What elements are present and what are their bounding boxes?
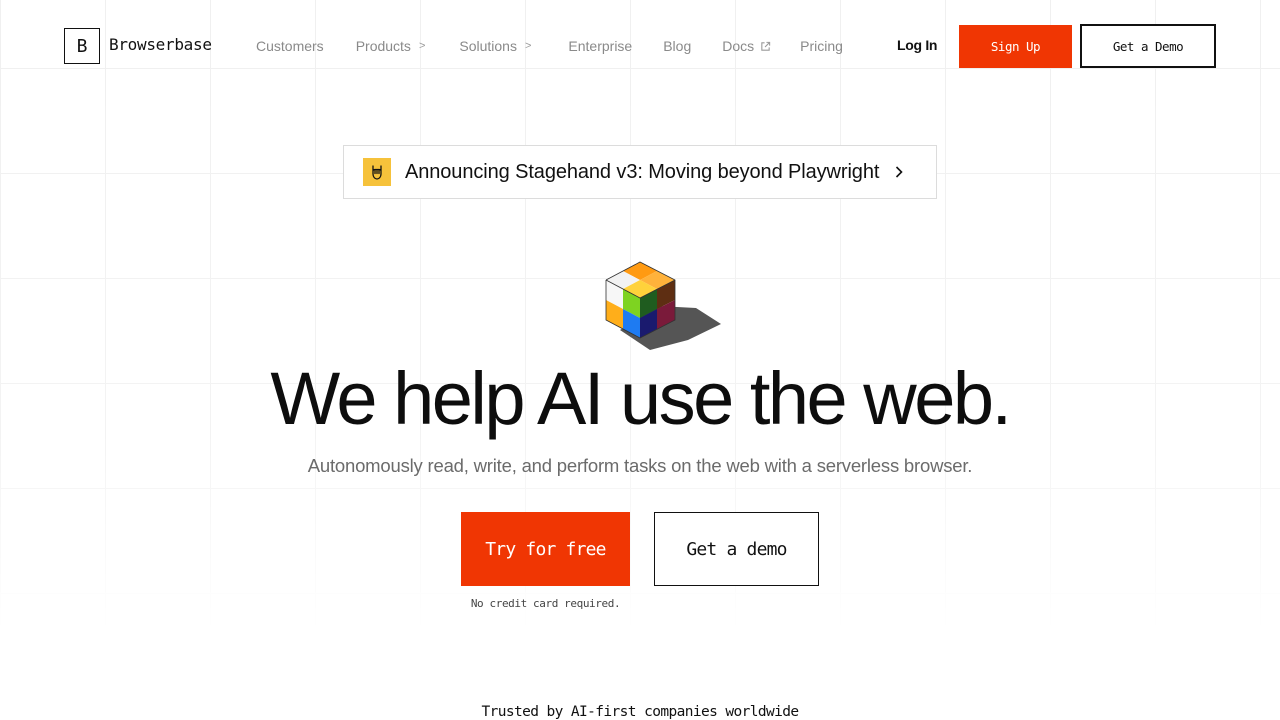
nav-link-label: Enterprise (568, 38, 633, 54)
nav-link-label: Pricing (800, 38, 843, 54)
chevron-right-icon: > (418, 40, 426, 52)
nav-link-blog[interactable]: Blog (663, 38, 691, 54)
nav-link-label: Docs (722, 38, 755, 54)
get-a-demo-button[interactable]: Get a demo (654, 512, 819, 586)
nav-link-enterprise[interactable]: Enterprise (568, 38, 632, 54)
nav-links: Customers Products > Solutions > Enterpr… (256, 36, 843, 56)
no-credit-card-note: No credit card required. (470, 597, 621, 610)
rubiks-cube-icon (605, 261, 721, 350)
nav-link-docs[interactable]: Docs (722, 38, 771, 54)
signup-button[interactable]: Sign Up (959, 25, 1072, 68)
hero-subheadline: Autonomously read, write, and perform ta… (307, 455, 973, 476)
top-nav: B Browserbase Customers Products > Solut… (0, 0, 1280, 90)
announcement-text: Announcing Stagehand v3: Moving beyond P… (405, 160, 880, 183)
brand-name: Browserbase (109, 34, 212, 54)
nav-link-customers[interactable]: Customers (256, 38, 324, 54)
chevron-right-icon (896, 166, 903, 178)
nav-link-solutions[interactable]: Solutions > (459, 38, 531, 54)
rock-hand-icon (363, 158, 391, 186)
brand-logo[interactable]: B Browserbase (64, 28, 212, 64)
nav-link-pricing[interactable]: Pricing (800, 38, 843, 54)
logo-mark: B (64, 28, 100, 64)
external-link-icon (761, 41, 771, 51)
announcement-banner[interactable]: Announcing Stagehand v3: Moving beyond P… (343, 145, 937, 199)
nav-link-products[interactable]: Products > (356, 38, 426, 54)
trusted-by-heading: Trusted by AI-first companies worldwide (481, 704, 799, 720)
get-demo-button[interactable]: Get a Demo (1080, 24, 1216, 68)
nav-link-label: Customers (256, 38, 324, 54)
nav-link-label: Products (355, 38, 411, 54)
login-link[interactable]: Log In (897, 37, 937, 53)
try-for-free-button[interactable]: Try for free (461, 512, 630, 586)
hero-headline: We help AI use the web. (270, 357, 1012, 440)
nav-link-label: Blog (663, 38, 692, 54)
nav-link-label: Solutions (459, 38, 517, 54)
chevron-right-icon: > (524, 40, 532, 52)
